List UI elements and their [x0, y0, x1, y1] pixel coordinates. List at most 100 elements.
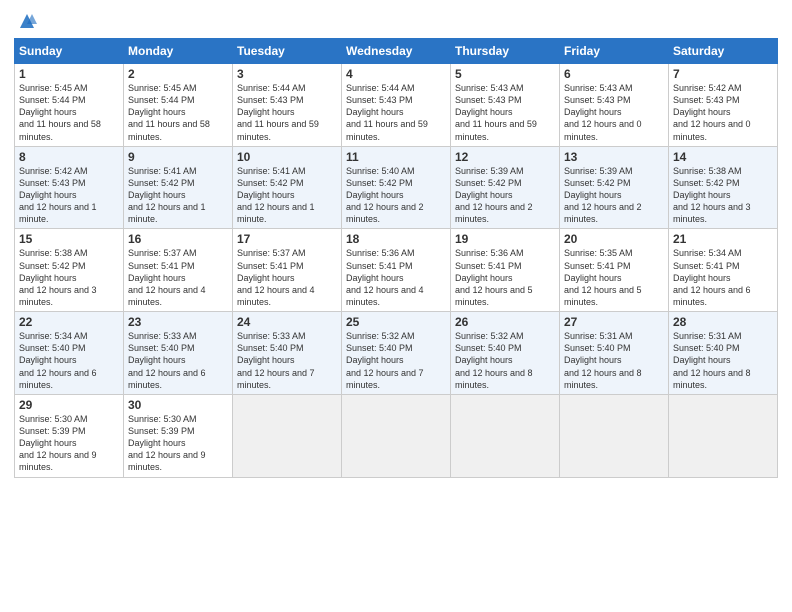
day-info: Sunrise: 5:37 AMSunset: 5:41 PMDaylight …	[128, 247, 228, 308]
day-info: Sunrise: 5:44 AMSunset: 5:43 PMDaylight …	[346, 82, 446, 143]
calendar-cell: 6Sunrise: 5:43 AMSunset: 5:43 PMDaylight…	[560, 64, 669, 147]
day-number: 17	[237, 232, 337, 246]
day-info: Sunrise: 5:33 AMSunset: 5:40 PMDaylight …	[128, 330, 228, 391]
day-number: 12	[455, 150, 555, 164]
day-number: 7	[673, 67, 773, 81]
day-number: 2	[128, 67, 228, 81]
calendar-row-1: 8Sunrise: 5:42 AMSunset: 5:43 PMDaylight…	[15, 146, 778, 229]
calendar-header-row: SundayMondayTuesdayWednesdayThursdayFrid…	[15, 39, 778, 64]
day-info: Sunrise: 5:36 AMSunset: 5:41 PMDaylight …	[455, 247, 555, 308]
calendar-row-3: 22Sunrise: 5:34 AMSunset: 5:40 PMDayligh…	[15, 312, 778, 395]
logo	[14, 14, 38, 32]
calendar-row-2: 15Sunrise: 5:38 AMSunset: 5:42 PMDayligh…	[15, 229, 778, 312]
calendar-cell: 10Sunrise: 5:41 AMSunset: 5:42 PMDayligh…	[233, 146, 342, 229]
day-info: Sunrise: 5:39 AMSunset: 5:42 PMDaylight …	[455, 165, 555, 226]
calendar-cell: 16Sunrise: 5:37 AMSunset: 5:41 PMDayligh…	[124, 229, 233, 312]
calendar-cell: 5Sunrise: 5:43 AMSunset: 5:43 PMDaylight…	[451, 64, 560, 147]
day-number: 20	[564, 232, 664, 246]
calendar-cell: 18Sunrise: 5:36 AMSunset: 5:41 PMDayligh…	[342, 229, 451, 312]
day-number: 13	[564, 150, 664, 164]
day-number: 11	[346, 150, 446, 164]
calendar-cell: 25Sunrise: 5:32 AMSunset: 5:40 PMDayligh…	[342, 312, 451, 395]
day-number: 6	[564, 67, 664, 81]
day-number: 18	[346, 232, 446, 246]
day-info: Sunrise: 5:30 AMSunset: 5:39 PMDaylight …	[19, 413, 119, 474]
calendar-cell: 28Sunrise: 5:31 AMSunset: 5:40 PMDayligh…	[669, 312, 778, 395]
day-info: Sunrise: 5:38 AMSunset: 5:42 PMDaylight …	[19, 247, 119, 308]
day-number: 1	[19, 67, 119, 81]
day-number: 29	[19, 398, 119, 412]
day-number: 26	[455, 315, 555, 329]
day-header-tuesday: Tuesday	[233, 39, 342, 64]
day-number: 23	[128, 315, 228, 329]
day-info: Sunrise: 5:39 AMSunset: 5:42 PMDaylight …	[564, 165, 664, 226]
day-info: Sunrise: 5:42 AMSunset: 5:43 PMDaylight …	[19, 165, 119, 226]
calendar-cell	[560, 394, 669, 477]
day-header-sunday: Sunday	[15, 39, 124, 64]
day-header-monday: Monday	[124, 39, 233, 64]
calendar-cell: 2Sunrise: 5:45 AMSunset: 5:44 PMDaylight…	[124, 64, 233, 147]
calendar-cell: 20Sunrise: 5:35 AMSunset: 5:41 PMDayligh…	[560, 229, 669, 312]
day-info: Sunrise: 5:33 AMSunset: 5:40 PMDaylight …	[237, 330, 337, 391]
calendar-cell: 17Sunrise: 5:37 AMSunset: 5:41 PMDayligh…	[233, 229, 342, 312]
day-info: Sunrise: 5:31 AMSunset: 5:40 PMDaylight …	[673, 330, 773, 391]
day-header-saturday: Saturday	[669, 39, 778, 64]
day-info: Sunrise: 5:37 AMSunset: 5:41 PMDaylight …	[237, 247, 337, 308]
day-number: 10	[237, 150, 337, 164]
header	[14, 10, 778, 32]
calendar-cell: 9Sunrise: 5:41 AMSunset: 5:42 PMDaylight…	[124, 146, 233, 229]
calendar-cell: 13Sunrise: 5:39 AMSunset: 5:42 PMDayligh…	[560, 146, 669, 229]
page-container: SundayMondayTuesdayWednesdayThursdayFrid…	[0, 0, 792, 488]
calendar-cell: 19Sunrise: 5:36 AMSunset: 5:41 PMDayligh…	[451, 229, 560, 312]
day-info: Sunrise: 5:45 AMSunset: 5:44 PMDaylight …	[128, 82, 228, 143]
calendar-cell: 11Sunrise: 5:40 AMSunset: 5:42 PMDayligh…	[342, 146, 451, 229]
day-info: Sunrise: 5:44 AMSunset: 5:43 PMDaylight …	[237, 82, 337, 143]
day-header-thursday: Thursday	[451, 39, 560, 64]
logo-icon	[16, 10, 38, 32]
day-info: Sunrise: 5:35 AMSunset: 5:41 PMDaylight …	[564, 247, 664, 308]
calendar-cell	[451, 394, 560, 477]
calendar-cell: 30Sunrise: 5:30 AMSunset: 5:39 PMDayligh…	[124, 394, 233, 477]
day-info: Sunrise: 5:45 AMSunset: 5:44 PMDaylight …	[19, 82, 119, 143]
calendar-cell: 1Sunrise: 5:45 AMSunset: 5:44 PMDaylight…	[15, 64, 124, 147]
day-header-friday: Friday	[560, 39, 669, 64]
calendar-cell: 14Sunrise: 5:38 AMSunset: 5:42 PMDayligh…	[669, 146, 778, 229]
calendar-cell: 23Sunrise: 5:33 AMSunset: 5:40 PMDayligh…	[124, 312, 233, 395]
day-number: 28	[673, 315, 773, 329]
calendar-cell	[669, 394, 778, 477]
day-info: Sunrise: 5:41 AMSunset: 5:42 PMDaylight …	[128, 165, 228, 226]
day-info: Sunrise: 5:32 AMSunset: 5:40 PMDaylight …	[346, 330, 446, 391]
day-info: Sunrise: 5:34 AMSunset: 5:41 PMDaylight …	[673, 247, 773, 308]
calendar-cell: 12Sunrise: 5:39 AMSunset: 5:42 PMDayligh…	[451, 146, 560, 229]
day-info: Sunrise: 5:42 AMSunset: 5:43 PMDaylight …	[673, 82, 773, 143]
day-number: 9	[128, 150, 228, 164]
calendar-cell	[233, 394, 342, 477]
day-info: Sunrise: 5:31 AMSunset: 5:40 PMDaylight …	[564, 330, 664, 391]
day-number: 4	[346, 67, 446, 81]
day-number: 22	[19, 315, 119, 329]
calendar-table: SundayMondayTuesdayWednesdayThursdayFrid…	[14, 38, 778, 478]
day-number: 16	[128, 232, 228, 246]
day-number: 14	[673, 150, 773, 164]
calendar-cell: 22Sunrise: 5:34 AMSunset: 5:40 PMDayligh…	[15, 312, 124, 395]
calendar-cell: 29Sunrise: 5:30 AMSunset: 5:39 PMDayligh…	[15, 394, 124, 477]
day-number: 21	[673, 232, 773, 246]
calendar-cell: 8Sunrise: 5:42 AMSunset: 5:43 PMDaylight…	[15, 146, 124, 229]
day-info: Sunrise: 5:43 AMSunset: 5:43 PMDaylight …	[455, 82, 555, 143]
day-number: 19	[455, 232, 555, 246]
day-info: Sunrise: 5:40 AMSunset: 5:42 PMDaylight …	[346, 165, 446, 226]
calendar-cell: 7Sunrise: 5:42 AMSunset: 5:43 PMDaylight…	[669, 64, 778, 147]
calendar-cell: 26Sunrise: 5:32 AMSunset: 5:40 PMDayligh…	[451, 312, 560, 395]
day-info: Sunrise: 5:38 AMSunset: 5:42 PMDaylight …	[673, 165, 773, 226]
day-number: 3	[237, 67, 337, 81]
day-number: 25	[346, 315, 446, 329]
calendar-cell: 24Sunrise: 5:33 AMSunset: 5:40 PMDayligh…	[233, 312, 342, 395]
day-number: 30	[128, 398, 228, 412]
day-number: 8	[19, 150, 119, 164]
day-header-wednesday: Wednesday	[342, 39, 451, 64]
calendar-cell: 21Sunrise: 5:34 AMSunset: 5:41 PMDayligh…	[669, 229, 778, 312]
day-info: Sunrise: 5:41 AMSunset: 5:42 PMDaylight …	[237, 165, 337, 226]
day-number: 5	[455, 67, 555, 81]
calendar-cell: 27Sunrise: 5:31 AMSunset: 5:40 PMDayligh…	[560, 312, 669, 395]
calendar-cell	[342, 394, 451, 477]
